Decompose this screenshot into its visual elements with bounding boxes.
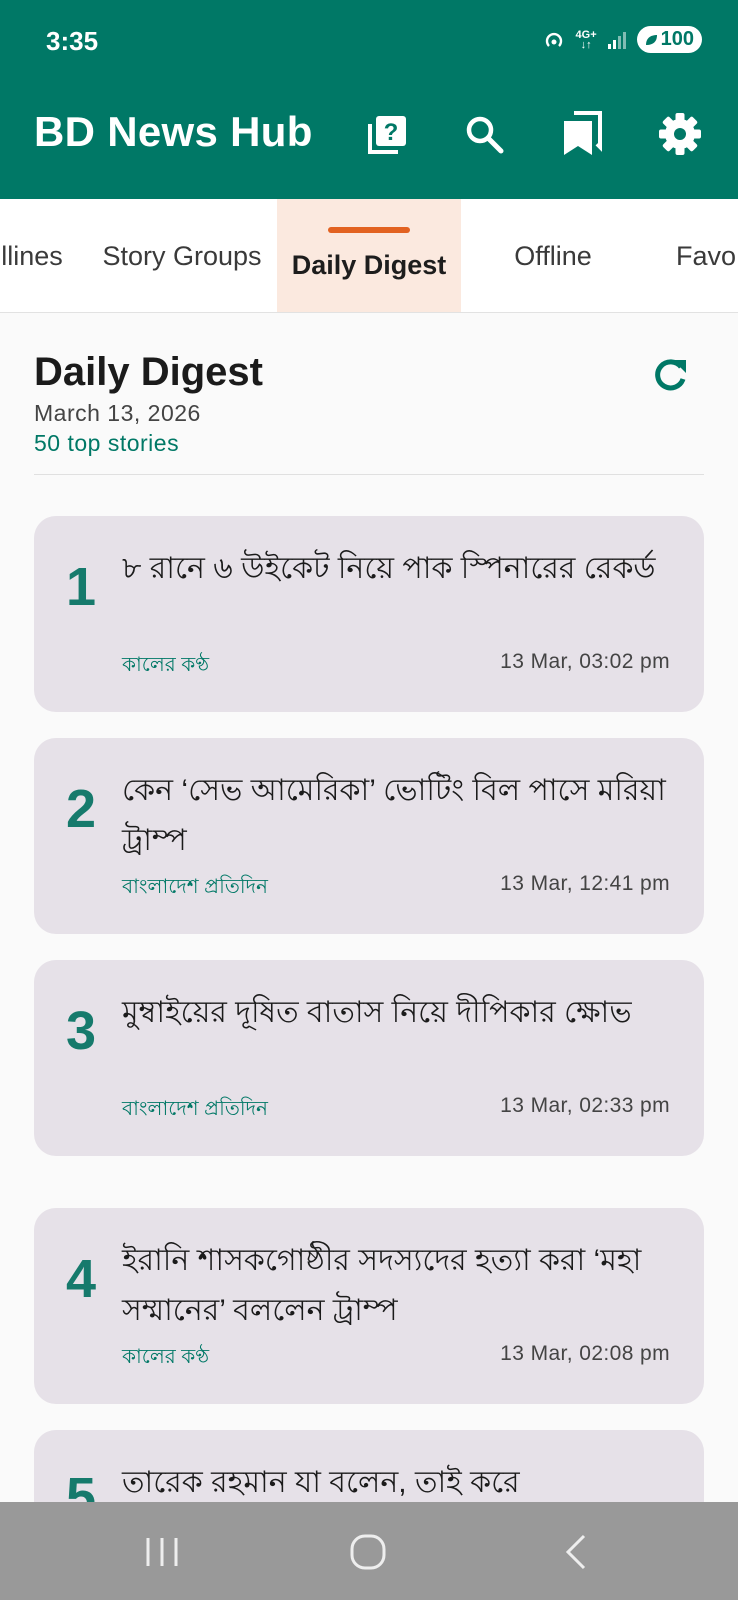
- story-time: 13 Mar, 03:02 pm: [500, 650, 670, 673]
- refresh-icon: [655, 359, 686, 391]
- story-rank: 2: [66, 779, 97, 839]
- tab-label: Favo: [676, 240, 737, 271]
- story-time: 13 Mar, 12:41 pm: [500, 872, 670, 895]
- story-card[interactable]: 2 কেন ‘সেভ আমেরিকা’ ভোটিং বিল পাসে মরিয়…: [34, 738, 704, 934]
- digest-story-count: 50 top stories: [34, 430, 180, 456]
- bookmarks-icon: [564, 111, 602, 155]
- tab-story-groups[interactable]: Story Groups: [92, 199, 272, 312]
- header-divider: [34, 474, 704, 475]
- app-bar: 3:35 4G+ ↓↑ 100 BD News Hub ?: [0, 0, 738, 199]
- tab-offline[interactable]: Offline: [480, 199, 626, 312]
- hotspot-icon: [545, 32, 562, 47]
- story-time: 13 Mar, 02:08 pm: [500, 1342, 670, 1365]
- home-icon: [350, 1534, 386, 1570]
- story-card[interactable]: 4 ইরানি শাসকগোষ্ঠীর সদস্যদের হত্যা করা ‘…: [34, 1208, 704, 1404]
- tab-label: Offline: [514, 240, 592, 271]
- story-source: কালের কণ্ঠ: [122, 1346, 210, 1368]
- system-nav-bar: [0, 1502, 738, 1600]
- recent-apps-icon: [146, 1538, 178, 1566]
- back-button[interactable]: [556, 1530, 600, 1574]
- story-headline: ৮ রানে ৬ উইকেট নিয়ে পাক স্পিনারের রেকর্…: [122, 552, 656, 585]
- story-headline: ইরানি শাসকগোষ্ঠীর সদস্যদের হত্যা করা ‘মহ…: [122, 1244, 642, 1327]
- tab-daily-digest[interactable]: Daily Digest: [277, 199, 461, 312]
- story-rank: 5: [66, 1467, 97, 1502]
- network-type: 4G+ ↓↑: [575, 28, 597, 51]
- status-time: 3:35: [46, 26, 99, 56]
- gear-icon: [659, 113, 701, 155]
- tab-bar: llines Story Groups Daily Digest Offline…: [0, 199, 738, 313]
- battery-leaf-icon: [645, 34, 657, 45]
- status-bar: 3:35 4G+ ↓↑ 100: [0, 0, 738, 80]
- story-rank: 1: [66, 557, 97, 617]
- signal-icon: [607, 31, 626, 49]
- digest-date: March 13, 2026: [34, 400, 201, 426]
- story-source: বাংলাদেশ প্রতিদিন: [122, 1098, 268, 1120]
- story-source: বাংলাদেশ প্রতিদিন: [122, 876, 268, 898]
- story-time: 13 Mar, 02:33 pm: [500, 1094, 670, 1117]
- tab-label: Story Groups: [102, 240, 262, 271]
- story-card[interactable]: 3 মুম্বাইয়ের দূষিত বাতাস নিয়ে দীপিকার …: [34, 960, 704, 1156]
- app-title: BD News Hub: [34, 108, 313, 155]
- active-tab-indicator: [328, 227, 410, 233]
- network-label: 4G+: [575, 28, 597, 41]
- status-icons: 4G+ ↓↑ 100: [542, 26, 702, 53]
- tab-headlines[interactable]: llines: [0, 199, 82, 312]
- refresh-button[interactable]: [650, 356, 694, 400]
- battery-indicator: 100: [636, 26, 702, 53]
- search-icon: [466, 116, 504, 154]
- tab-label: llines: [1, 240, 63, 271]
- battery-level: 100: [660, 28, 694, 50]
- settings-button[interactable]: [656, 110, 704, 158]
- tab-favorites[interactable]: Favo: [676, 199, 738, 312]
- story-headline: মুম্বাইয়ের দূষিত বাতাস নিয়ে দীপিকার ক্…: [122, 996, 632, 1029]
- svg-text:?: ?: [384, 119, 399, 146]
- recent-apps-button[interactable]: [140, 1530, 184, 1574]
- tab-label: Daily Digest: [291, 249, 447, 280]
- story-rank: 3: [66, 1001, 97, 1061]
- story-card[interactable]: 1 ৮ রানে ৬ উইকেট নিয়ে পাক স্পিনারের রেক…: [34, 516, 704, 712]
- help-icon: ?: [368, 116, 406, 154]
- story-rank: 4: [66, 1249, 97, 1309]
- home-button[interactable]: [346, 1530, 390, 1574]
- story-card[interactable]: 5 তারেক রহমান যা বলেন, তাই করে: [34, 1430, 704, 1502]
- search-button[interactable]: [460, 110, 508, 158]
- digest-title: Daily Digest: [34, 350, 263, 394]
- help-button[interactable]: ?: [364, 110, 412, 158]
- back-icon: [565, 1534, 586, 1570]
- story-headline: কেন ‘সেভ আমেরিকা’ ভোটিং বিল পাসে মরিয়া …: [122, 774, 666, 857]
- bookmarks-button[interactable]: [558, 110, 606, 158]
- story-headline: তারেক রহমান যা বলেন, তাই করে: [122, 1466, 520, 1499]
- story-source: কালের কণ্ঠ: [122, 654, 210, 676]
